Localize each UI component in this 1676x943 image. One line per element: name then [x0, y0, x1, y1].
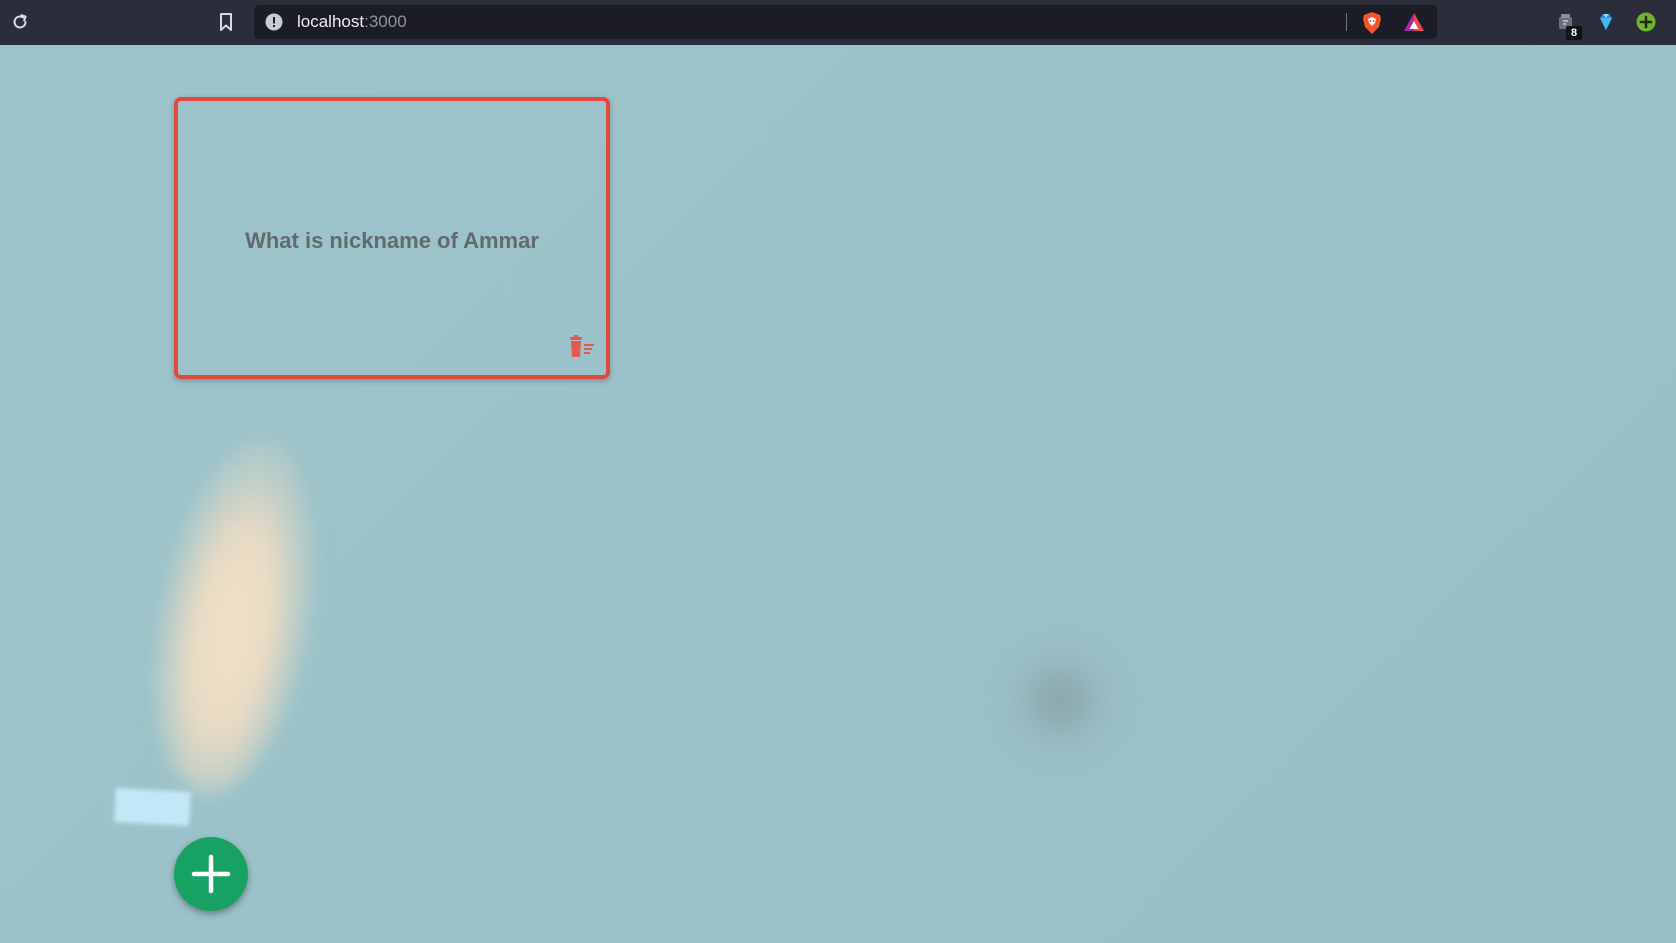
brave-rewards-icon[interactable]	[1403, 12, 1425, 32]
url-text[interactable]: localhost:3000	[297, 12, 407, 32]
background-blur-shadow	[990, 635, 1130, 765]
extension-badge: 8	[1566, 26, 1582, 40]
address-bar[interactable]: localhost:3000	[254, 5, 1437, 39]
plus-icon	[191, 854, 231, 894]
trash-icon[interactable]	[568, 335, 596, 359]
bookmark-icon[interactable]	[214, 10, 238, 34]
info-warning-icon[interactable]	[265, 13, 283, 31]
add-card-button[interactable]	[174, 837, 248, 911]
address-divider	[1346, 13, 1347, 31]
gem-icon[interactable]	[1595, 11, 1617, 33]
background-blur-glass	[114, 788, 191, 826]
plus-circle-icon[interactable]	[1635, 11, 1657, 33]
url-host: localhost	[297, 12, 365, 31]
card-question-text: What is nickname of Ammar	[245, 228, 539, 253]
background-blur-highlight	[129, 424, 341, 806]
browser-toolbar: localhost:3000 8	[0, 0, 1676, 45]
app-page: What is nickname of Ammar	[0, 45, 1676, 943]
reload-icon[interactable]	[8, 10, 32, 34]
question-card[interactable]: What is nickname of Ammar	[174, 97, 610, 379]
brave-shield-icon[interactable]	[1361, 11, 1383, 35]
url-port: :3000	[364, 12, 407, 31]
